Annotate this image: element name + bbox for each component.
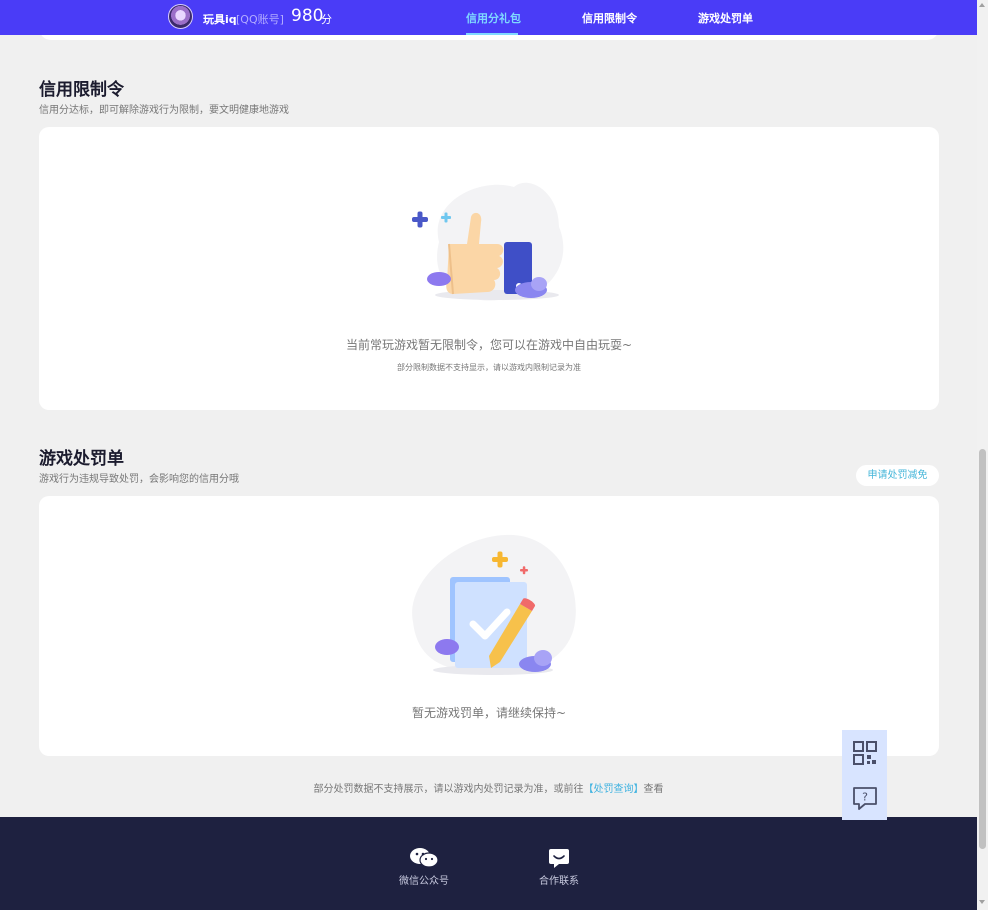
restriction-subtitle: 信用分达标，即可解除游戏行为限制，要文明健康地游戏 xyxy=(39,105,289,116)
scroll-down-arrow[interactable] xyxy=(979,900,985,904)
contact-label: 合作联系 xyxy=(539,876,579,887)
checklist-pencil-illustration xyxy=(412,534,576,675)
svg-text:?: ? xyxy=(862,790,868,803)
penalty-subtitle: 游戏行为违规导致处罚，会影响您的信用分哦 xyxy=(39,474,239,485)
scroll-up-arrow[interactable] xyxy=(979,3,985,7)
nav-credit-restriction[interactable]: 信用限制令 xyxy=(582,10,637,26)
help-feedback-button[interactable]: ? xyxy=(842,775,887,820)
avatar[interactable] xyxy=(168,4,193,29)
score-unit: 分 xyxy=(321,13,332,26)
footer: 微信公众号 合作联系 xyxy=(0,817,977,910)
restriction-empty-message: 当前常玩游戏暂无限制令，您可以在游戏中自由玩耍~ xyxy=(345,338,633,352)
top-header: 玩具iq [QQ账号] 980 分 信用分礼包 信用限制令 游戏处罚单 xyxy=(0,0,977,35)
scroll-thumb[interactable] xyxy=(979,449,986,849)
footnote-text-before: 部分处罚数据不支持展示，请以游戏内处罚记录为准，或前往 xyxy=(313,784,584,795)
nav-credit-gift[interactable]: 信用分礼包 xyxy=(466,10,521,26)
nav-game-penalty[interactable]: 游戏处罚单 xyxy=(698,10,753,26)
account-type: [QQ账号] xyxy=(236,13,284,26)
qr-code-button[interactable] xyxy=(842,730,887,775)
footnote-text-after: 查看 xyxy=(643,784,664,795)
qr-code-icon xyxy=(852,740,877,765)
wechat-icon xyxy=(410,848,439,868)
restriction-title: 信用限制令 xyxy=(39,80,124,100)
credit-score: 980 xyxy=(291,6,324,26)
page-scrollbar[interactable] xyxy=(977,0,988,910)
penalty-query-link[interactable]: 【处罚查询】 xyxy=(584,784,644,795)
username: 玩具iq xyxy=(203,13,237,26)
apply-penalty-reduction-button[interactable]: 申请处罚减免 xyxy=(856,465,939,486)
help-chat-icon: ? xyxy=(852,786,877,810)
business-contact[interactable]: 合作联系 xyxy=(519,847,599,887)
wechat-label: 微信公众号 xyxy=(399,876,449,887)
penalty-empty-message: 暂无游戏罚单，请继续保持~ xyxy=(411,706,567,720)
thumbs-up-illustration xyxy=(412,182,564,301)
page: 玩具iq [QQ账号] 980 分 信用分礼包 信用限制令 游戏处罚单 信用限制… xyxy=(0,0,977,910)
wechat-official-account[interactable]: 微信公众号 xyxy=(384,847,464,887)
nav-active-indicator xyxy=(466,33,518,35)
chat-icon xyxy=(549,849,569,868)
penalty-card: 暂无游戏罚单，请继续保持~ xyxy=(39,496,939,756)
restriction-card: 当前常玩游戏暂无限制令，您可以在游戏中自由玩耍~ 部分限制数据不支持显示，请以游… xyxy=(39,127,939,410)
restriction-empty-note: 部分限制数据不支持显示，请以游戏内限制记录为准 xyxy=(397,363,581,372)
penalty-title: 游戏处罚单 xyxy=(39,449,124,469)
penalty-footnote: 部分处罚数据不支持展示，请以游戏内处罚记录为准，或前往【处罚查询】查看 xyxy=(0,780,977,795)
